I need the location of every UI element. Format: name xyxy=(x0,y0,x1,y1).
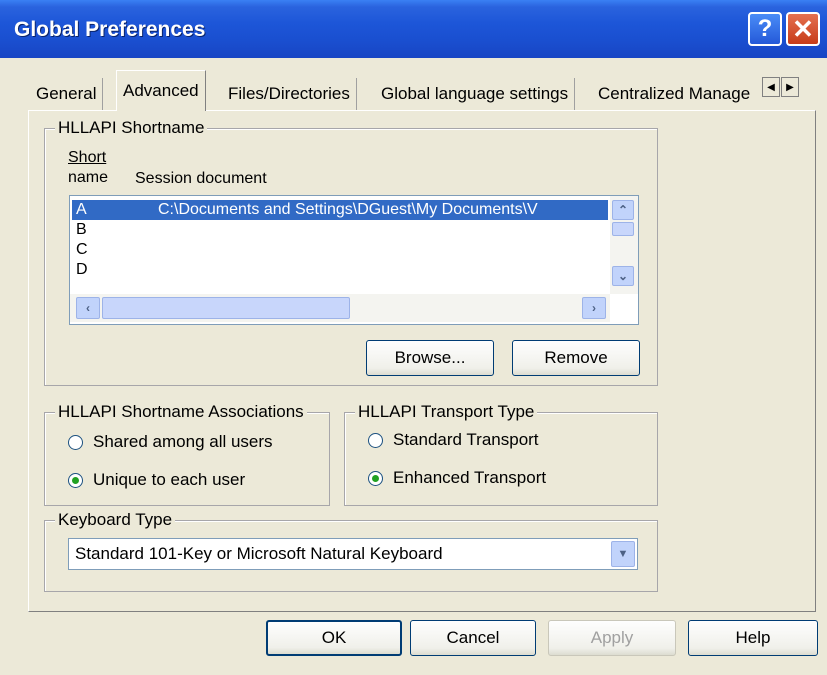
keyboard-type-value: Standard 101-Key or Microsoft Natural Ke… xyxy=(75,544,443,563)
shortname-list[interactable]: A C:\Documents and Settings\DGuest\My Do… xyxy=(69,195,639,325)
arrow-left-icon: ◀ xyxy=(767,81,775,93)
title-bar[interactable]: Global Preferences ? ✕ xyxy=(0,0,827,58)
radio-label: Unique to each user xyxy=(93,470,246,489)
column-header-short: Short xyxy=(68,149,107,166)
radio-label: Enhanced Transport xyxy=(393,468,547,487)
radio-standard-transport[interactable]: Standard Transport xyxy=(368,430,539,450)
tab-scroll-left-button[interactable]: ◀ xyxy=(762,77,780,97)
radio-button-icon xyxy=(368,432,383,448)
chevron-down-icon: ▼ xyxy=(617,548,629,560)
scroll-up-button[interactable]: ⌃ xyxy=(612,200,634,220)
list-item[interactable]: B xyxy=(72,220,608,240)
column-header-name: name xyxy=(68,169,109,186)
radio-enhanced-transport[interactable]: Enhanced Transport xyxy=(368,468,546,488)
chevron-right-icon: › xyxy=(592,301,596,315)
group-label: HLLAPI Shortname Associations xyxy=(55,402,307,422)
close-button[interactable]: ✕ xyxy=(786,12,820,46)
remove-button[interactable]: Remove xyxy=(512,340,640,376)
list-item-doc: C:\Documents and Settings\DGuest\My Docu… xyxy=(158,201,538,218)
group-label: HLLAPI Shortname xyxy=(55,118,208,138)
scroll-left-button[interactable]: ‹ xyxy=(76,297,100,319)
tab-files-directories[interactable]: Files/Directories xyxy=(222,78,357,110)
browse-button[interactable]: Browse... xyxy=(366,340,494,376)
hllapi-transport-type-group: HLLAPI Transport Type xyxy=(344,402,658,506)
list-item[interactable]: D xyxy=(72,260,608,280)
browse-button-label: Browse... xyxy=(394,348,466,367)
list-item[interactable]: A C:\Documents and Settings\DGuest\My Do… xyxy=(72,200,608,220)
list-item-short: C xyxy=(76,241,88,258)
radio-button-icon xyxy=(68,434,83,450)
ok-button-label: OK xyxy=(321,628,347,647)
chevron-down-icon: ⌄ xyxy=(617,269,629,283)
tab-advanced[interactable]: Advanced xyxy=(116,70,206,111)
group-label: Keyboard Type xyxy=(55,510,176,530)
horizontal-scroll-thumb[interactable] xyxy=(102,297,350,319)
scroll-right-button[interactable]: › xyxy=(582,297,606,319)
tab-label: Advanced xyxy=(123,81,199,100)
dropdown-button[interactable]: ▼ xyxy=(611,541,635,567)
group-label: HLLAPI Transport Type xyxy=(355,402,538,422)
close-icon: ✕ xyxy=(792,14,814,44)
hllapi-shortname-associations-group: HLLAPI Shortname Associations xyxy=(44,402,330,506)
help-button[interactable]: Help xyxy=(688,620,818,656)
cancel-button-label: Cancel xyxy=(446,628,500,647)
apply-button-label: Apply xyxy=(590,628,634,647)
tab-label: Global language settings xyxy=(381,84,569,103)
tab-label: Files/Directories xyxy=(228,84,350,103)
chevron-left-icon: ‹ xyxy=(86,301,90,315)
column-header-session-document: Session document xyxy=(135,170,267,187)
cancel-button[interactable]: Cancel xyxy=(410,620,536,656)
radio-button-checked-icon xyxy=(68,472,83,488)
vertical-scrollbar[interactable]: ⌃ ⌄ xyxy=(610,196,638,294)
radio-button-checked-icon xyxy=(368,470,383,486)
tab-global-language-settings[interactable]: Global language settings xyxy=(375,78,576,110)
list-item[interactable]: C xyxy=(72,240,608,260)
radio-shared-among-all-users[interactable]: Shared among all users xyxy=(68,432,273,452)
list-item-short: A xyxy=(76,201,87,218)
tab-scroll-right-button[interactable]: ▶ xyxy=(781,77,799,97)
remove-button-label: Remove xyxy=(544,348,608,367)
apply-button[interactable]: Apply xyxy=(548,620,676,656)
global-preferences-dialog: Global Preferences ? ✕ General Advanced … xyxy=(0,0,827,675)
vertical-scroll-thumb[interactable] xyxy=(612,222,634,236)
horizontal-scrollbar[interactable]: ‹ › xyxy=(70,294,610,322)
window-title: Global Preferences xyxy=(14,18,206,41)
help-title-button[interactable]: ? xyxy=(748,12,782,46)
scroll-down-button[interactable]: ⌄ xyxy=(612,266,634,286)
tab-general[interactable]: General xyxy=(30,78,104,110)
list-item-short: D xyxy=(76,261,88,278)
tab-centralized-management[interactable]: Centralized Manage xyxy=(592,78,764,110)
radio-unique-to-each-user[interactable]: Unique to each user xyxy=(68,470,245,490)
chevron-up-icon: ⌃ xyxy=(617,203,629,217)
help-button-label: Help xyxy=(735,628,771,647)
tab-label: Centralized Manage xyxy=(598,84,751,103)
arrow-right-icon: ▶ xyxy=(786,81,794,93)
keyboard-type-select[interactable]: Standard 101-Key or Microsoft Natural Ke… xyxy=(68,538,638,570)
radio-label: Standard Transport xyxy=(393,430,539,449)
ok-button[interactable]: OK xyxy=(266,620,402,656)
tab-label: General xyxy=(36,84,97,103)
column-header-short-name: Short name xyxy=(68,148,108,188)
list-item-short: B xyxy=(76,221,87,238)
radio-label: Shared among all users xyxy=(93,432,273,451)
question-icon: ? xyxy=(757,15,773,42)
